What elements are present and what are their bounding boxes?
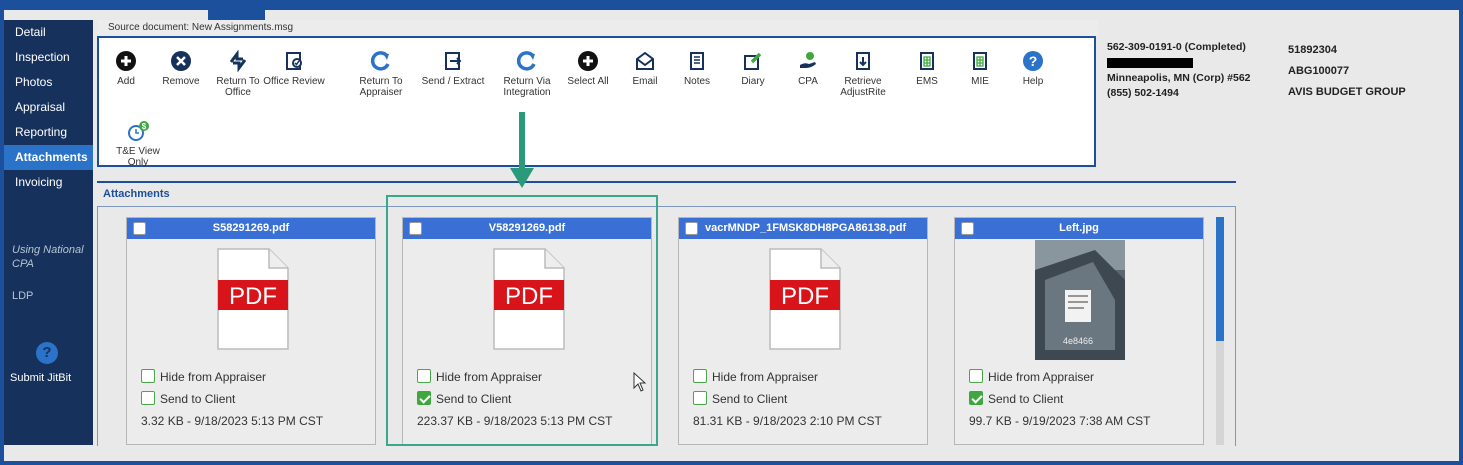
photo-thumbnail[interactable]: 4e8466 bbox=[1035, 240, 1125, 360]
attachments-heading: Attachments bbox=[103, 188, 170, 200]
sidebar-item-photos[interactable]: Photos bbox=[4, 70, 93, 95]
remove-icon bbox=[171, 51, 191, 71]
svg-text:PDF: PDF bbox=[781, 283, 829, 310]
claim-phone: (855) 502-1494 bbox=[1107, 87, 1179, 99]
return-to-appraiser-button[interactable]: Return To Appraiser bbox=[351, 50, 411, 98]
mie-button[interactable]: MIE bbox=[950, 50, 1010, 87]
down-arrow-annotation bbox=[510, 112, 534, 188]
attachment-card[interactable]: vacrMNDP_1FMSK8DH8PGA86138.pdf PDF Hide … bbox=[678, 217, 928, 445]
office-review-button[interactable]: Office Review bbox=[259, 50, 329, 87]
scrollbar-thumb[interactable] bbox=[1216, 217, 1224, 341]
hide-from-appraiser-option[interactable]: Hide from Appraiser bbox=[141, 369, 266, 384]
retrieve-adjustrite-button[interactable]: Retrieve AdjustRite bbox=[833, 50, 893, 98]
pdf-file-icon[interactable]: PDF bbox=[769, 248, 841, 350]
select-attachment-checkbox[interactable] bbox=[685, 222, 698, 235]
attachment-card-header: vacrMNDP_1FMSK8DH8PGA86138.pdf bbox=[679, 218, 927, 239]
sidebar-item-detail[interactable]: Detail bbox=[4, 20, 93, 45]
notebook-icon bbox=[690, 52, 704, 70]
select-attachment-checkbox[interactable] bbox=[961, 222, 974, 235]
hide-checkbox[interactable] bbox=[969, 369, 983, 383]
claim-location: Minneapolis, MN (Corp) #562 bbox=[1107, 72, 1251, 84]
email-button[interactable]: Email bbox=[615, 50, 675, 87]
add-icon bbox=[116, 51, 136, 71]
diary-button[interactable]: Diary bbox=[723, 50, 783, 87]
envelope-icon bbox=[636, 51, 654, 70]
document-check-icon bbox=[286, 52, 302, 70]
pdf-file-icon[interactable]: PDF bbox=[217, 248, 289, 350]
sidebar-item-inspection[interactable]: Inspection bbox=[4, 45, 93, 70]
help-icon[interactable]: ? bbox=[36, 342, 58, 364]
help-icon: ? bbox=[1023, 51, 1043, 71]
hide-from-appraiser-option[interactable]: Hide from Appraiser bbox=[693, 369, 818, 384]
active-tab-indicator bbox=[208, 10, 265, 20]
send-to-client-option[interactable]: Send to Client bbox=[969, 391, 1063, 406]
spreadsheet-icon bbox=[973, 52, 987, 70]
hand-coin-icon bbox=[800, 52, 816, 68]
return-via-integration-button[interactable]: Return Via Integration bbox=[494, 50, 560, 98]
toolbar: Add Remove Return To Office Office Revie… bbox=[96, 36, 1096, 168]
sidebar-item-ldp[interactable]: LDP bbox=[12, 290, 33, 302]
export-icon bbox=[445, 52, 462, 70]
return-arrows-icon bbox=[229, 50, 247, 72]
send-checkbox[interactable] bbox=[969, 391, 983, 405]
ems-button[interactable]: EMS bbox=[897, 50, 957, 87]
clock-dollar-icon: $ bbox=[128, 121, 149, 141]
add-icon bbox=[578, 51, 598, 71]
hide-checkbox[interactable] bbox=[141, 369, 155, 383]
svg-text:4e8466: 4e8466 bbox=[1063, 336, 1093, 346]
add-button[interactable]: Add bbox=[96, 50, 156, 87]
sidebar-item-appraisal[interactable]: Appraisal bbox=[4, 95, 93, 120]
client-id-2: ABG100077 bbox=[1288, 65, 1350, 77]
mouse-cursor-icon bbox=[633, 372, 647, 392]
svg-text:PDF: PDF bbox=[229, 283, 277, 310]
submit-jitbit-link[interactable]: Submit JitBit bbox=[10, 372, 71, 384]
help-button[interactable]: ? Help bbox=[1003, 50, 1063, 87]
client-id-1: 51892304 bbox=[1288, 44, 1337, 56]
sidebar-item-attachments[interactable]: Attachments bbox=[4, 145, 93, 170]
attachment-filename: vacrMNDP_1FMSK8DH8PGA86138.pdf bbox=[705, 222, 907, 234]
attachment-meta: 99.7 KB - 9/19/2023 7:38 AM CST bbox=[969, 414, 1151, 428]
sidebar-item-reporting[interactable]: Reporting bbox=[4, 120, 93, 145]
section-divider bbox=[97, 181, 1236, 183]
sidebar: Detail Inspection Photos Appraisal Repor… bbox=[4, 20, 93, 445]
svg-text:?: ? bbox=[1029, 53, 1038, 69]
claim-info: 562-309-0191-0 (Completed) Minneapolis, … bbox=[1107, 40, 1251, 101]
select-all-button[interactable]: Select All bbox=[558, 50, 618, 87]
highlight-box bbox=[386, 195, 658, 446]
attachment-meta: 3.32 KB - 9/18/2023 5:13 PM CST bbox=[141, 414, 324, 428]
select-attachment-checkbox[interactable] bbox=[133, 222, 146, 235]
send-to-client-option[interactable]: Send to Client bbox=[141, 391, 235, 406]
hide-checkbox[interactable] bbox=[693, 369, 707, 383]
national-cpa-note: Using National CPA bbox=[12, 244, 84, 270]
cpa-button[interactable]: CPA bbox=[778, 50, 838, 87]
source-document-label: Source document: New Assignments.msg bbox=[98, 20, 1098, 36]
attachment-filename: S58291269.pdf bbox=[212, 222, 290, 234]
attachment-card-header: S58291269.pdf bbox=[127, 218, 375, 239]
diary-edit-icon bbox=[744, 52, 762, 70]
attachment-filename: Left.jpg bbox=[1059, 222, 1099, 234]
sidebar-item-invoicing[interactable]: Invoicing bbox=[4, 170, 93, 195]
attachment-meta: 81.31 KB - 9/18/2023 2:10 PM CST bbox=[693, 414, 882, 428]
attachment-card[interactable]: Left.jpg 4e8466 Hide from Appraiser Send… bbox=[954, 217, 1204, 445]
refresh-icon bbox=[516, 51, 536, 71]
redacted-block bbox=[1107, 58, 1193, 68]
spreadsheet-icon bbox=[920, 52, 934, 70]
hide-from-appraiser-option[interactable]: Hide from Appraiser bbox=[969, 369, 1094, 384]
send-to-client-option[interactable]: Send to Client bbox=[693, 391, 787, 406]
client-info: 51892304 ABG100077 AVIS BUDGET GROUP bbox=[1288, 40, 1406, 103]
send-extract-button[interactable]: Send / Extract bbox=[415, 50, 491, 87]
notes-button[interactable]: Notes bbox=[667, 50, 727, 87]
client-company: AVIS BUDGET GROUP bbox=[1288, 86, 1406, 98]
attachment-card[interactable]: S58291269.pdf PDF Hide from Appraiser Se… bbox=[126, 217, 376, 445]
attachment-card-header: Left.jpg bbox=[955, 218, 1203, 239]
refresh-icon bbox=[370, 51, 390, 71]
remove-button[interactable]: Remove bbox=[151, 50, 211, 87]
send-checkbox[interactable] bbox=[141, 391, 155, 405]
te-view-only-button[interactable]: $ T&E View Only bbox=[105, 120, 171, 168]
svg-text:$: $ bbox=[142, 122, 147, 131]
attachments-scrollbar[interactable] bbox=[1216, 217, 1224, 445]
claim-number: 562-309-0191-0 (Completed) bbox=[1107, 41, 1246, 53]
download-document-icon bbox=[856, 52, 870, 70]
send-checkbox[interactable] bbox=[693, 391, 707, 405]
